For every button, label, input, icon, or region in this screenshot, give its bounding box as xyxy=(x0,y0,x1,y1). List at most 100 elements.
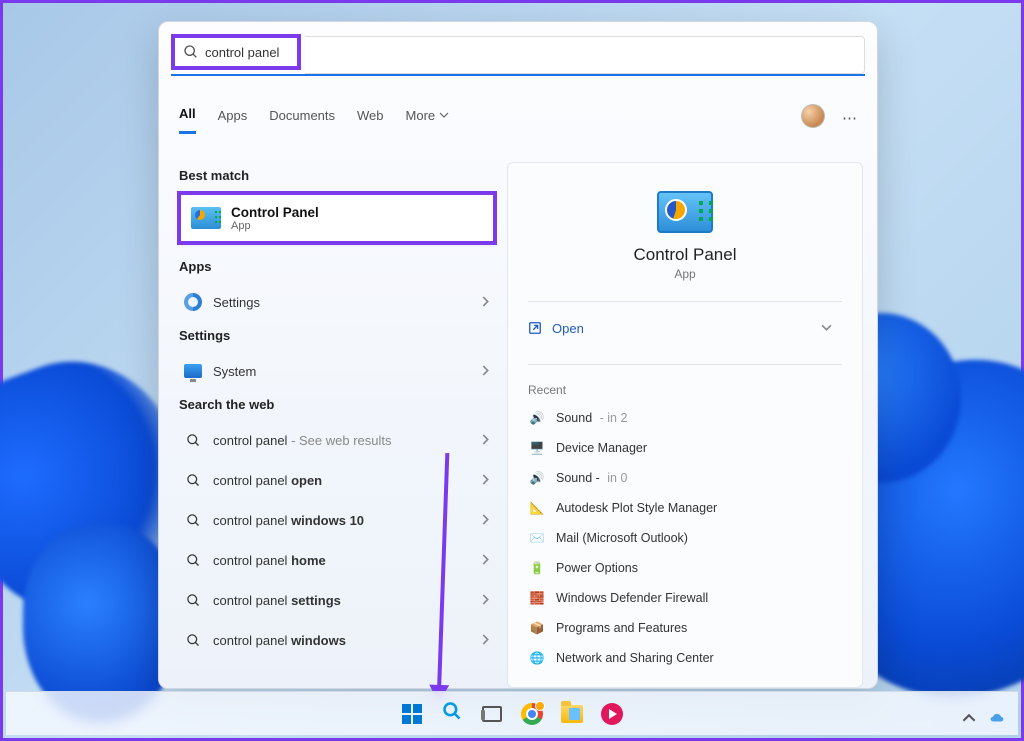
result-label: control panel home xyxy=(213,553,326,568)
tab-all[interactable]: All xyxy=(179,106,196,134)
web-suggestion[interactable]: control panel windows xyxy=(177,620,497,660)
task-view-button[interactable] xyxy=(477,699,507,729)
mail-icon: ✉️ xyxy=(528,529,546,547)
recent-label: Windows Defender Firewall xyxy=(556,591,708,605)
result-system-setting[interactable]: System xyxy=(177,351,497,391)
chevron-up-icon[interactable] xyxy=(962,711,976,725)
results-column: Best match Control Panel App Apps Settin… xyxy=(177,162,497,688)
user-avatar[interactable] xyxy=(801,104,825,128)
search-button[interactable] xyxy=(437,699,467,729)
recent-item[interactable]: 📐 Autodesk Plot Style Manager xyxy=(528,493,842,523)
autodesk-icon: 📐 xyxy=(528,499,546,517)
recent-item[interactable]: 🖥️ Device Manager xyxy=(528,433,842,463)
folder-icon xyxy=(561,705,583,723)
device-icon: 🖥️ xyxy=(528,439,546,457)
preview-panel: Control Panel App Open Recent 🔊Sound - i… xyxy=(507,162,863,688)
section-settings: Settings xyxy=(179,328,497,343)
start-button[interactable] xyxy=(397,699,427,729)
system-tray[interactable] xyxy=(962,711,1004,725)
sound-icon: 🔊 xyxy=(528,409,546,427)
file-explorer-button[interactable] xyxy=(557,699,587,729)
recent-item[interactable]: 🔊 Sound - in 2 xyxy=(528,403,842,433)
recent-label: Sound - in 2 xyxy=(556,411,627,425)
recent-item[interactable]: 📦Programs and Features xyxy=(528,613,842,643)
tab-apps[interactable]: Apps xyxy=(218,108,248,133)
recent-item[interactable]: 🔋 Power Options xyxy=(528,553,842,583)
control-panel-icon xyxy=(191,207,221,229)
chevron-right-icon xyxy=(480,633,491,648)
sound-icon: 🔊 xyxy=(528,469,546,487)
search-input[interactable] xyxy=(205,45,295,60)
web-suggestion[interactable]: control panel open xyxy=(177,460,497,500)
chevron-right-icon xyxy=(480,553,491,568)
recent-label: Programs and Features xyxy=(556,621,687,635)
recent-item[interactable]: 🔊 Sound - in 0 xyxy=(528,463,842,493)
web-suggestion[interactable]: control panel settings xyxy=(177,580,497,620)
chevron-right-icon xyxy=(480,295,491,310)
recent-label: Device Manager xyxy=(556,441,647,455)
recent-label: Sound - in 0 xyxy=(556,471,627,485)
web-suggestion[interactable]: control panel home xyxy=(177,540,497,580)
chevron-right-icon xyxy=(480,364,491,379)
recent-item[interactable]: 🌐 Network and Sharing Center xyxy=(528,643,842,673)
chevron-down-icon[interactable] xyxy=(821,321,842,336)
web-suggestion[interactable]: control panel windows 10 xyxy=(177,500,497,540)
open-action[interactable]: Open xyxy=(528,312,842,344)
media-app-icon xyxy=(601,703,623,725)
recent-label: Power Options xyxy=(556,561,638,575)
search-icon xyxy=(183,630,203,650)
control-panel-icon-large xyxy=(657,191,713,233)
best-match-title: Control Panel xyxy=(231,205,319,220)
section-apps: Apps xyxy=(179,259,497,274)
taskbar xyxy=(6,691,1018,735)
best-match-result[interactable]: Control Panel App xyxy=(177,191,497,245)
gear-icon xyxy=(184,293,202,311)
search-icon xyxy=(183,510,203,530)
recent-item[interactable]: ✉️ Mail (Microsoft Outlook) xyxy=(528,523,842,553)
filter-tabs: All Apps Documents Web More xyxy=(179,106,449,134)
app-button[interactable] xyxy=(597,699,627,729)
tab-web[interactable]: Web xyxy=(357,108,384,133)
divider xyxy=(528,301,842,302)
result-label: System xyxy=(213,364,256,379)
search-bar-highlight xyxy=(171,34,301,70)
chevron-right-icon xyxy=(480,593,491,608)
open-label: Open xyxy=(552,321,584,336)
task-view-icon xyxy=(482,706,502,722)
chevron-down-icon xyxy=(439,110,449,120)
chrome-button[interactable] xyxy=(517,699,547,729)
tab-more-label: More xyxy=(406,108,436,123)
windows-logo-icon xyxy=(402,704,422,724)
result-label: control panel windows xyxy=(213,633,346,648)
search-icon xyxy=(183,590,203,610)
search-bar[interactable] xyxy=(305,36,865,74)
open-icon xyxy=(528,321,542,335)
section-recent: Recent xyxy=(528,383,842,397)
search-focus-underline xyxy=(171,74,865,76)
onedrive-icon[interactable] xyxy=(990,711,1004,725)
chevron-right-icon xyxy=(480,473,491,488)
search-icon xyxy=(183,44,199,60)
search-icon xyxy=(183,430,203,450)
power-icon: 🔋 xyxy=(528,559,546,577)
preview-title: Control Panel xyxy=(528,245,842,265)
result-label: control panel - See web results xyxy=(213,433,392,448)
firewall-icon: 🧱 xyxy=(528,589,546,607)
recent-item[interactable]: 🧱 Windows Defender Firewall xyxy=(528,583,842,613)
network-icon: 🌐 xyxy=(528,649,546,667)
chrome-icon xyxy=(521,703,543,725)
result-label: control panel windows 10 xyxy=(213,513,364,528)
chevron-right-icon xyxy=(480,433,491,448)
search-icon xyxy=(183,470,203,490)
recent-label: Mail (Microsoft Outlook) xyxy=(556,531,688,545)
tab-more[interactable]: More xyxy=(406,108,450,133)
search-panel: All Apps Documents Web More ⋯ Best match… xyxy=(158,21,878,689)
recent-label: Autodesk Plot Style Manager xyxy=(556,501,717,515)
result-label: Settings xyxy=(213,295,260,310)
search-icon xyxy=(183,550,203,570)
options-menu[interactable]: ⋯ xyxy=(842,109,859,127)
tab-documents[interactable]: Documents xyxy=(269,108,335,133)
section-search-web: Search the web xyxy=(179,397,497,412)
result-settings-app[interactable]: Settings xyxy=(177,282,497,322)
recent-label: Network and Sharing Center xyxy=(556,651,714,665)
